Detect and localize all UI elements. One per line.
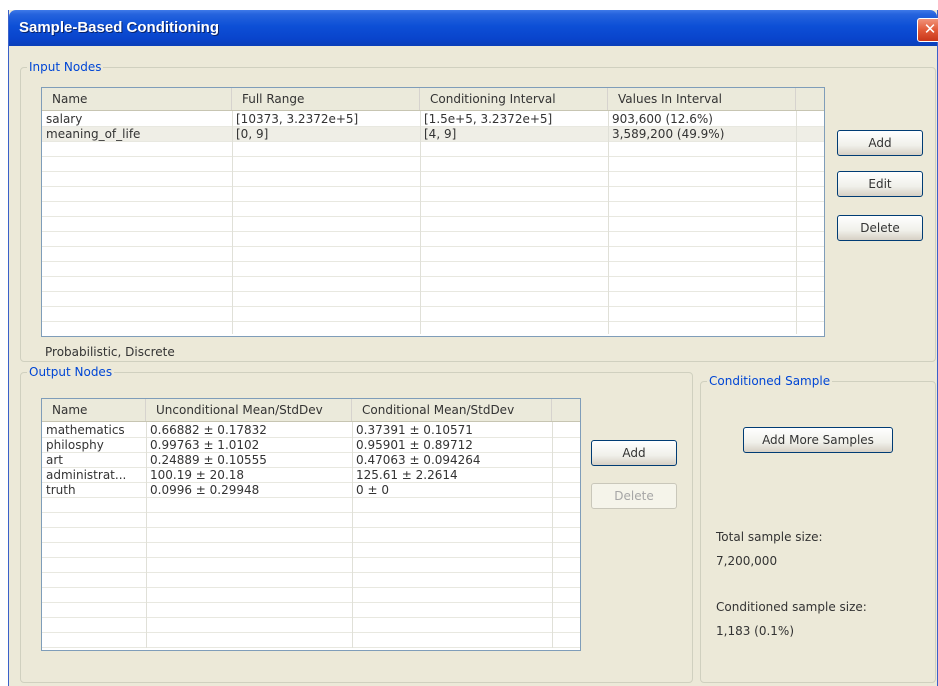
- grid-line: [42, 527, 580, 528]
- column-header-conditional[interactable]: Conditional Mean/StdDev: [352, 399, 552, 421]
- column-header-conditioning-interval[interactable]: Conditioning Interval: [420, 88, 608, 110]
- grid-line: [42, 452, 580, 453]
- grid-line: [42, 156, 824, 157]
- unconditional-value: 0.99763 ± 1.0102: [150, 438, 260, 452]
- input-nodes-label: Input Nodes: [27, 60, 104, 74]
- unconditional-value: 0.24889 ± 0.10555: [150, 453, 267, 467]
- input-table-header: Name Full Range Conditioning Interval Va…: [42, 88, 824, 111]
- column-divider: [352, 422, 353, 648]
- column-divider: [796, 111, 797, 334]
- grid-line: [42, 276, 824, 277]
- conditioned-sample-group: Conditioned Sample Add More Samples Tota…: [700, 374, 936, 683]
- grid-line: [42, 246, 824, 247]
- unconditional-value: 0.66882 ± 0.17832: [150, 423, 267, 437]
- unconditional-value: 100.19 ± 20.18: [150, 468, 245, 482]
- full-range: [0, 9]: [236, 127, 269, 141]
- column-divider: [552, 422, 553, 648]
- grid-line: [42, 497, 580, 498]
- full-range: [10373, 3.2372e+5]: [236, 112, 359, 126]
- conditional-value: 0 ± 0: [356, 483, 389, 497]
- input-delete-button[interactable]: Delete: [837, 215, 923, 241]
- grid-line: [42, 557, 580, 558]
- grid-line: [42, 231, 824, 232]
- grid-line: [42, 291, 824, 292]
- input-status-text: Probabilistic, Discrete: [45, 345, 175, 359]
- grid-line: [42, 482, 580, 483]
- column-header-values-in-interval[interactable]: Values In Interval: [608, 88, 796, 110]
- column-header-name[interactable]: Name: [42, 88, 232, 110]
- table-row[interactable]: truth 0.0996 ± 0.29948 0 ± 0: [42, 483, 580, 498]
- node-name: truth: [46, 483, 76, 497]
- conditional-value: 125.61 ± 2.2614: [356, 468, 458, 482]
- output-nodes-table[interactable]: Name Unconditional Mean/StdDev Condition…: [41, 398, 581, 651]
- column-header-name[interactable]: Name: [42, 399, 146, 421]
- values-in-interval: 3,589,200 (49.9%): [612, 127, 725, 141]
- grid-line: [42, 617, 580, 618]
- grid-line: [42, 216, 824, 217]
- column-divider: [232, 111, 233, 334]
- grid-line: [42, 306, 824, 307]
- input-edit-button[interactable]: Edit: [837, 171, 923, 197]
- column-divider: [608, 111, 609, 334]
- input-add-button[interactable]: Add: [837, 130, 923, 156]
- column-header-unconditional[interactable]: Unconditional Mean/StdDev: [146, 399, 352, 421]
- node-name: philosphy: [46, 438, 104, 452]
- output-table-header: Name Unconditional Mean/StdDev Condition…: [42, 399, 580, 422]
- unconditional-value: 0.0996 ± 0.29948: [150, 483, 260, 497]
- grid-line: [42, 186, 824, 187]
- node-name: salary: [46, 112, 83, 126]
- grid-line: [42, 602, 580, 603]
- column-header-full-range[interactable]: Full Range: [232, 88, 420, 110]
- node-name: mathematics: [46, 423, 125, 437]
- output-delete-button[interactable]: Delete: [591, 483, 677, 509]
- node-name: administrat...: [46, 468, 127, 482]
- input-nodes-table[interactable]: Name Full Range Conditioning Interval Va…: [41, 87, 825, 337]
- grid-line: [42, 647, 580, 648]
- add-more-samples-button[interactable]: Add More Samples: [743, 427, 893, 453]
- table-row[interactable]: philosphy 0.99763 ± 1.0102 0.95901 ± 0.8…: [42, 438, 580, 453]
- output-add-button[interactable]: Add: [591, 440, 677, 466]
- table-row[interactable]: administrat... 100.19 ± 20.18 125.61 ± 2…: [42, 468, 580, 483]
- grid-line: [42, 126, 824, 127]
- total-sample-size-label: Total sample size:: [716, 530, 823, 544]
- conditional-value: 0.47063 ± 0.094264: [356, 453, 481, 467]
- grid-line: [42, 171, 824, 172]
- grid-line: [42, 587, 580, 588]
- conditioned-sample-size-label: Conditioned sample size:: [716, 600, 867, 614]
- conditioning-interval: [1.5e+5, 3.2372e+5]: [424, 112, 553, 126]
- node-name: art: [46, 453, 63, 467]
- grid-line: [42, 512, 580, 513]
- table-row[interactable]: meaning_of_life [0, 9] [4, 9] 3,589,200 …: [42, 127, 824, 142]
- grid-line: [42, 321, 824, 322]
- input-nodes-group: Input Nodes Name Full Range Conditioning…: [20, 60, 936, 362]
- grid-line: [42, 437, 580, 438]
- table-row[interactable]: mathematics 0.66882 ± 0.17832 0.37391 ± …: [42, 423, 580, 438]
- grid-line: [42, 542, 580, 543]
- conditioned-sample-label: Conditioned Sample: [707, 374, 833, 388]
- dialog-window: Sample-Based Conditioning ✕ Input Nodes …: [8, 10, 938, 686]
- title-bar[interactable]: Sample-Based Conditioning ✕: [9, 10, 938, 46]
- total-sample-size-value: 7,200,000: [716, 554, 778, 568]
- column-divider: [420, 111, 421, 334]
- grid-line: [42, 632, 580, 633]
- grid-line: [42, 141, 824, 142]
- window-title: Sample-Based Conditioning: [19, 19, 220, 36]
- values-in-interval: 903,600 (12.6%): [612, 112, 713, 126]
- conditional-value: 0.95901 ± 0.89712: [356, 438, 473, 452]
- grid-line: [42, 261, 824, 262]
- output-nodes-group: Output Nodes Name Unconditional Mean/Std…: [20, 365, 693, 683]
- grid-line: [42, 572, 580, 573]
- grid-line: [42, 467, 580, 468]
- table-row[interactable]: salary [10373, 3.2372e+5] [1.5e+5, 3.237…: [42, 112, 824, 127]
- conditioned-sample-size-value: 1,183 (0.1%): [716, 624, 795, 638]
- conditional-value: 0.37391 ± 0.10571: [356, 423, 473, 437]
- column-divider: [146, 422, 147, 648]
- grid-line: [42, 201, 824, 202]
- table-row[interactable]: art 0.24889 ± 0.10555 0.47063 ± 0.094264: [42, 453, 580, 468]
- close-button[interactable]: ✕: [917, 18, 938, 42]
- node-name: meaning_of_life: [46, 127, 141, 141]
- output-nodes-label: Output Nodes: [27, 365, 115, 379]
- conditioning-interval: [4, 9]: [424, 127, 457, 141]
